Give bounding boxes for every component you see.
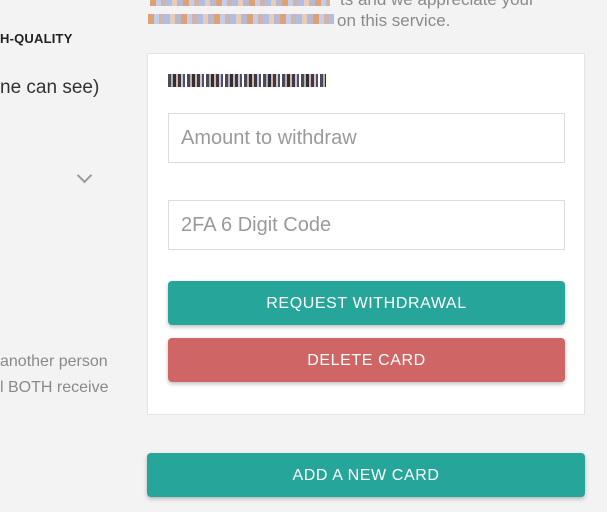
referral-text-line-1: another person — [0, 353, 108, 370]
amount-input[interactable] — [168, 113, 565, 163]
card-number-redacted — [168, 74, 326, 87]
request-withdrawal-button[interactable]: REQUEST WITHDRAWAL — [168, 281, 565, 325]
add-new-card-button[interactable]: ADD A NEW CARD — [147, 453, 585, 497]
intro-text-line-1: ts and we appreciate your — [340, 0, 535, 10]
delete-card-button[interactable]: DELETE CARD — [168, 338, 565, 382]
card-panel: REQUEST WITHDRAWAL DELETE CARD — [147, 53, 585, 415]
redacted-text — [150, 0, 330, 6]
twofa-code-input[interactable] — [168, 200, 565, 250]
visibility-select-value[interactable]: ne can see) — [0, 77, 99, 99]
referral-text-line-2: l BOTH receive — [0, 379, 109, 396]
chevron-down-icon[interactable] — [76, 167, 93, 184]
section-heading: H-QUALITY — [0, 31, 73, 46]
redacted-text — [148, 14, 334, 24]
intro-text-line-2: on this service. — [337, 11, 451, 30]
